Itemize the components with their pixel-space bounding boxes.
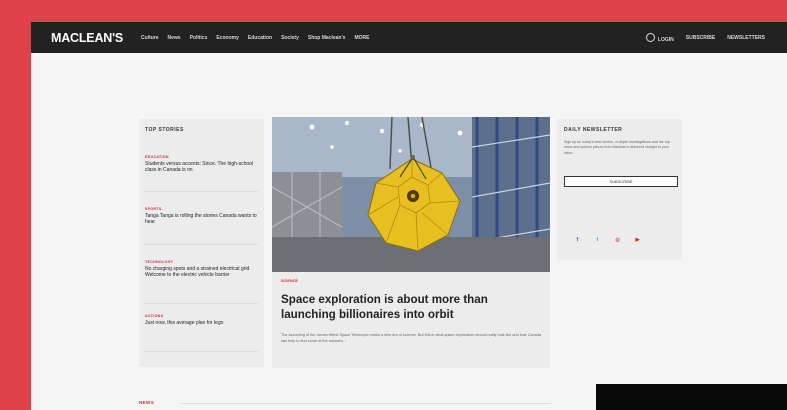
top-stories-panel: TOP STORIES EDUCATION Students versus ac… [139,119,264,367]
newsletter-title: DAILY NEWSLETTER [564,127,623,133]
video-player[interactable] [596,384,787,410]
browser-frame: MACLEAN'S Culture News Politics Economy … [31,22,787,410]
nav-link-education[interactable]: Education [248,35,272,41]
site-navbar: MACLEAN'S Culture News Politics Economy … [31,22,787,53]
featured-article[interactable]: SCIENCE Space exploration is about more … [272,117,550,368]
twitter-icon[interactable]: t [594,237,601,244]
story-headline[interactable]: Tanga Tanga is rolling the stories Canad… [145,213,260,225]
featured-image[interactable] [272,117,550,272]
newsletter-panel: DAILY NEWSLETTER Sign up for today's bes… [557,119,682,260]
nav-link-more[interactable]: MORE [354,35,369,41]
story-category: SPORTS [145,207,162,211]
instagram-icon[interactable]: ◎ [614,237,621,244]
featured-summary: The launching of the James Webb Space Te… [281,333,542,343]
divider [145,303,258,304]
nav-link-news[interactable]: News [168,35,181,41]
newsletter-description: Sign up for today's best stories, in-dep… [564,140,670,155]
story-category: TECHNOLOGY [145,260,174,264]
subscribe-link[interactable]: SUBSCRIBE [686,35,715,41]
story-item[interactable]: TECHNOLOGY No charging spots and a strai… [145,260,260,278]
news-section-label[interactable]: NEWS [139,400,154,405]
youtube-icon[interactable]: ▶ [634,237,641,244]
top-stories-title: TOP STORIES [145,127,184,133]
story-headline[interactable]: No charging spots and a strained electri… [145,266,260,278]
story-category: EDUCATION [145,155,169,159]
newsletters-link[interactable]: NEWSLETTERS [727,35,765,41]
story-item[interactable]: SPORTS Tanga Tanga is rolling the storie… [145,207,260,225]
newsletter-subscribe-button[interactable]: SUBSCRIBE [564,176,678,187]
login-link[interactable]: LOGIN [645,32,674,43]
login-label: LOGIN [657,37,674,43]
divider [145,191,258,192]
divider [145,351,258,352]
story-item[interactable]: ACTIONS Just now, this average plan for … [145,314,260,326]
nav-link-society[interactable]: Society [281,35,299,41]
nav-link-culture[interactable]: Culture [141,35,159,41]
story-item[interactable]: EDUCATION Students versus accents: Since… [145,155,260,173]
featured-title[interactable]: Space exploration is about more than lau… [281,292,536,322]
section-divider [181,403,551,404]
user-icon [645,33,655,42]
social-links: f t ◎ ▶ [574,237,654,244]
nav-link-politics[interactable]: Politics [190,35,208,41]
facebook-icon[interactable]: f [574,237,581,244]
nav-account-area: LOGIN SUBSCRIBE NEWSLETTERS [634,32,765,43]
story-category: ACTIONS [145,314,164,318]
site-logo[interactable]: MACLEAN'S [51,31,123,45]
story-headline[interactable]: Students versus accents: Since. The high… [145,161,260,173]
story-headline[interactable]: Just now, this average plan for lego [145,320,260,326]
divider [145,244,258,245]
nav-link-shop[interactable]: Shop Maclean's [308,35,346,41]
featured-category[interactable]: SCIENCE [281,279,298,283]
nav-link-economy[interactable]: Economy [216,35,239,41]
